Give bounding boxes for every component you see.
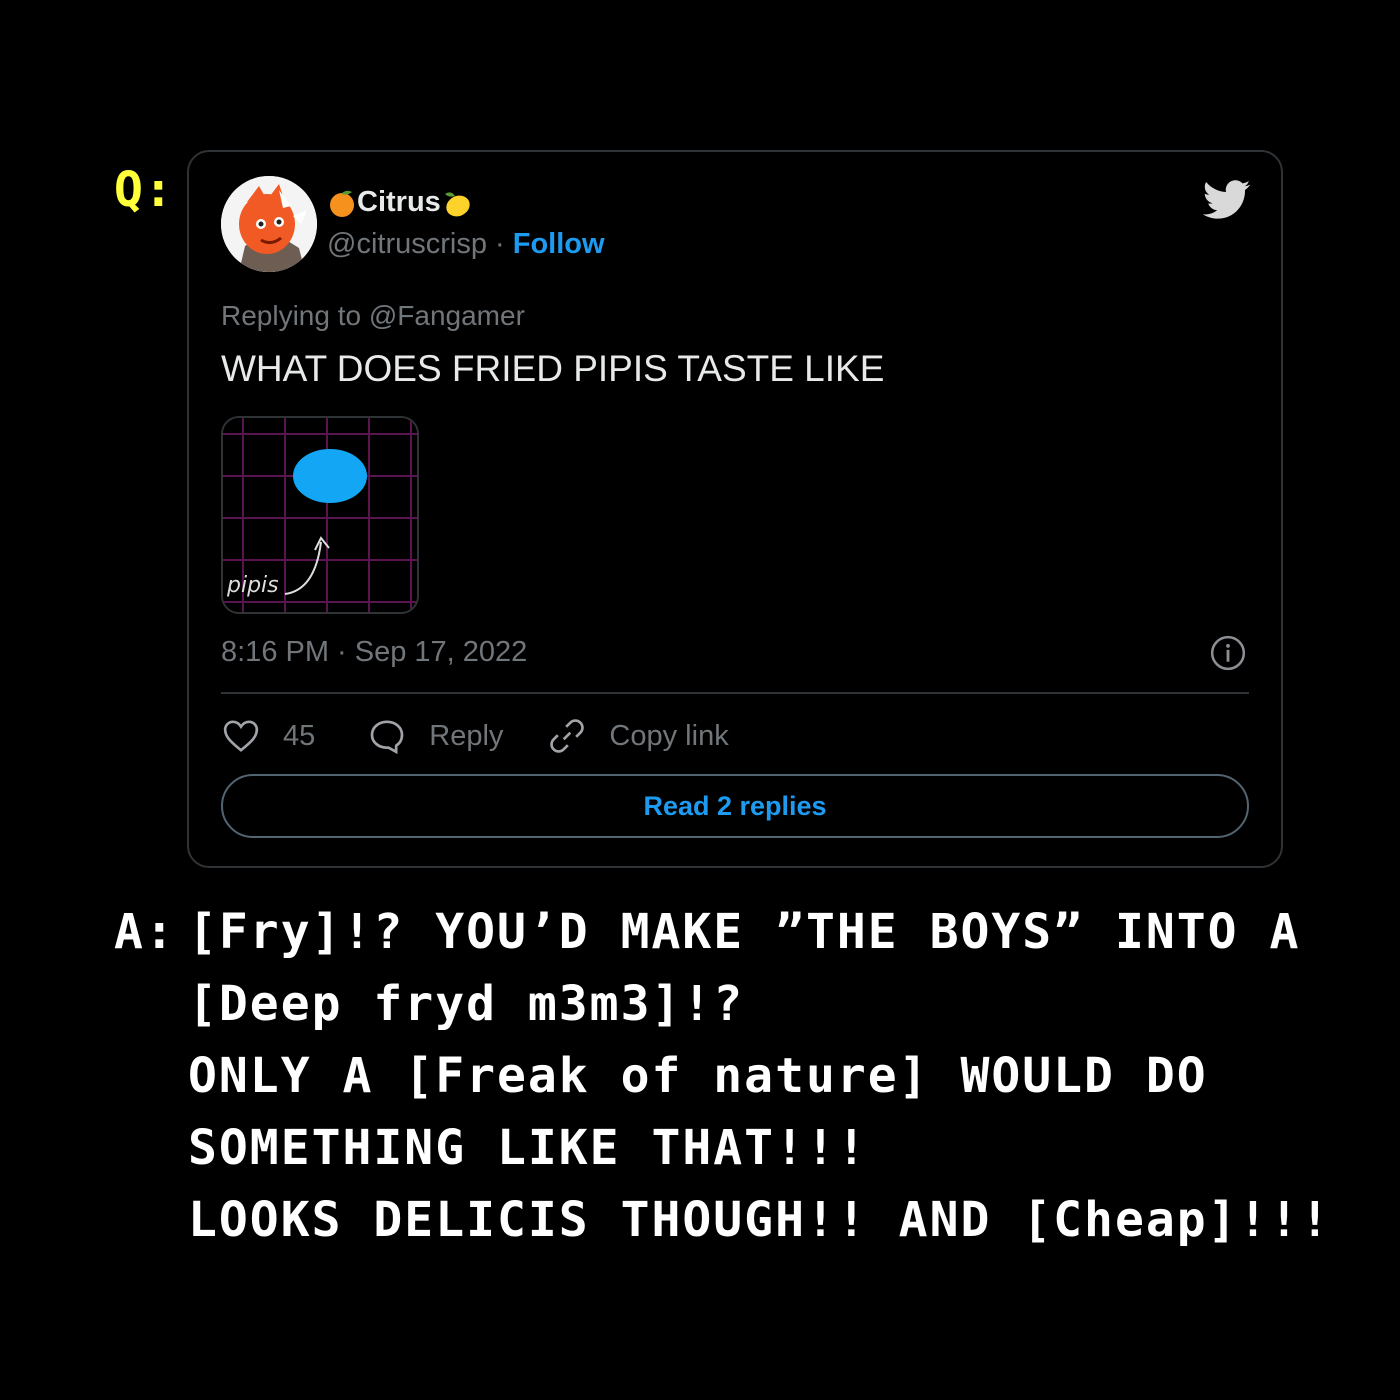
reply-label: Reply xyxy=(429,719,504,752)
twitter-bird-icon[interactable] xyxy=(1203,180,1251,220)
reply-button[interactable]: Reply xyxy=(367,716,503,756)
question-label: Q: xyxy=(114,162,174,218)
handle-row: @citruscrisp · Follow xyxy=(327,228,605,261)
answer-line: [Deep fryd m3m3]!? xyxy=(188,976,745,1032)
answer-text: [Fry]!? YOU’D MAKE ”THE BOYS” INTO A [De… xyxy=(188,896,1331,1256)
answer-line: ONLY A [Freak of nature] WOULD DO xyxy=(188,1048,1208,1104)
answer-label: A: xyxy=(114,904,176,960)
handle[interactable]: @citruscrisp xyxy=(327,228,487,260)
tweet-text: WHAT DOES FRIED PIPIS TASTE LIKE xyxy=(221,348,885,389)
handle-separator: · xyxy=(486,228,513,260)
answer-line: LOOKS DELICIS THOUGH!! AND [Cheap]!!! xyxy=(188,1192,1332,1248)
replying-to[interactable]: Replying to @Fangamer xyxy=(221,300,525,332)
timestamp[interactable]: 8:16 PM · Sep 17, 2022 xyxy=(221,636,527,669)
speech-bubble-icon xyxy=(370,720,404,755)
orange-emoji-icon xyxy=(330,190,354,217)
answer-line: SOMETHING LIKE THAT!!! xyxy=(188,1120,868,1176)
action-bar: 45 Reply Copy link xyxy=(221,712,729,760)
divider xyxy=(221,692,1249,694)
copy-link-label: Copy link xyxy=(609,719,729,752)
link-icon xyxy=(550,719,585,753)
pipis-image: pipis xyxy=(223,418,417,612)
like-button[interactable]: 45 xyxy=(221,716,315,756)
copy-link-button[interactable]: Copy link xyxy=(547,716,729,756)
tweet-card[interactable]: Citrus @citruscrisp · Follow Replying to… xyxy=(187,150,1283,868)
tweet-media[interactable]: pipis xyxy=(221,416,419,614)
follow-button[interactable]: Follow xyxy=(513,228,605,260)
avatar-image xyxy=(221,176,317,272)
like-count: 45 xyxy=(283,719,316,752)
heart-icon xyxy=(223,720,259,752)
avatar[interactable] xyxy=(221,176,317,272)
info-icon[interactable] xyxy=(1209,634,1247,672)
pipis-caption: pipis xyxy=(226,573,279,598)
read-replies-button[interactable]: Read 2 replies xyxy=(221,774,1249,838)
display-name[interactable]: Citrus xyxy=(357,186,441,219)
answer-line: [Fry]!? YOU’D MAKE ”THE BOYS” INTO A xyxy=(188,904,1301,960)
lemon-emoji-icon xyxy=(444,191,470,216)
display-name-row[interactable]: Citrus xyxy=(327,186,471,219)
